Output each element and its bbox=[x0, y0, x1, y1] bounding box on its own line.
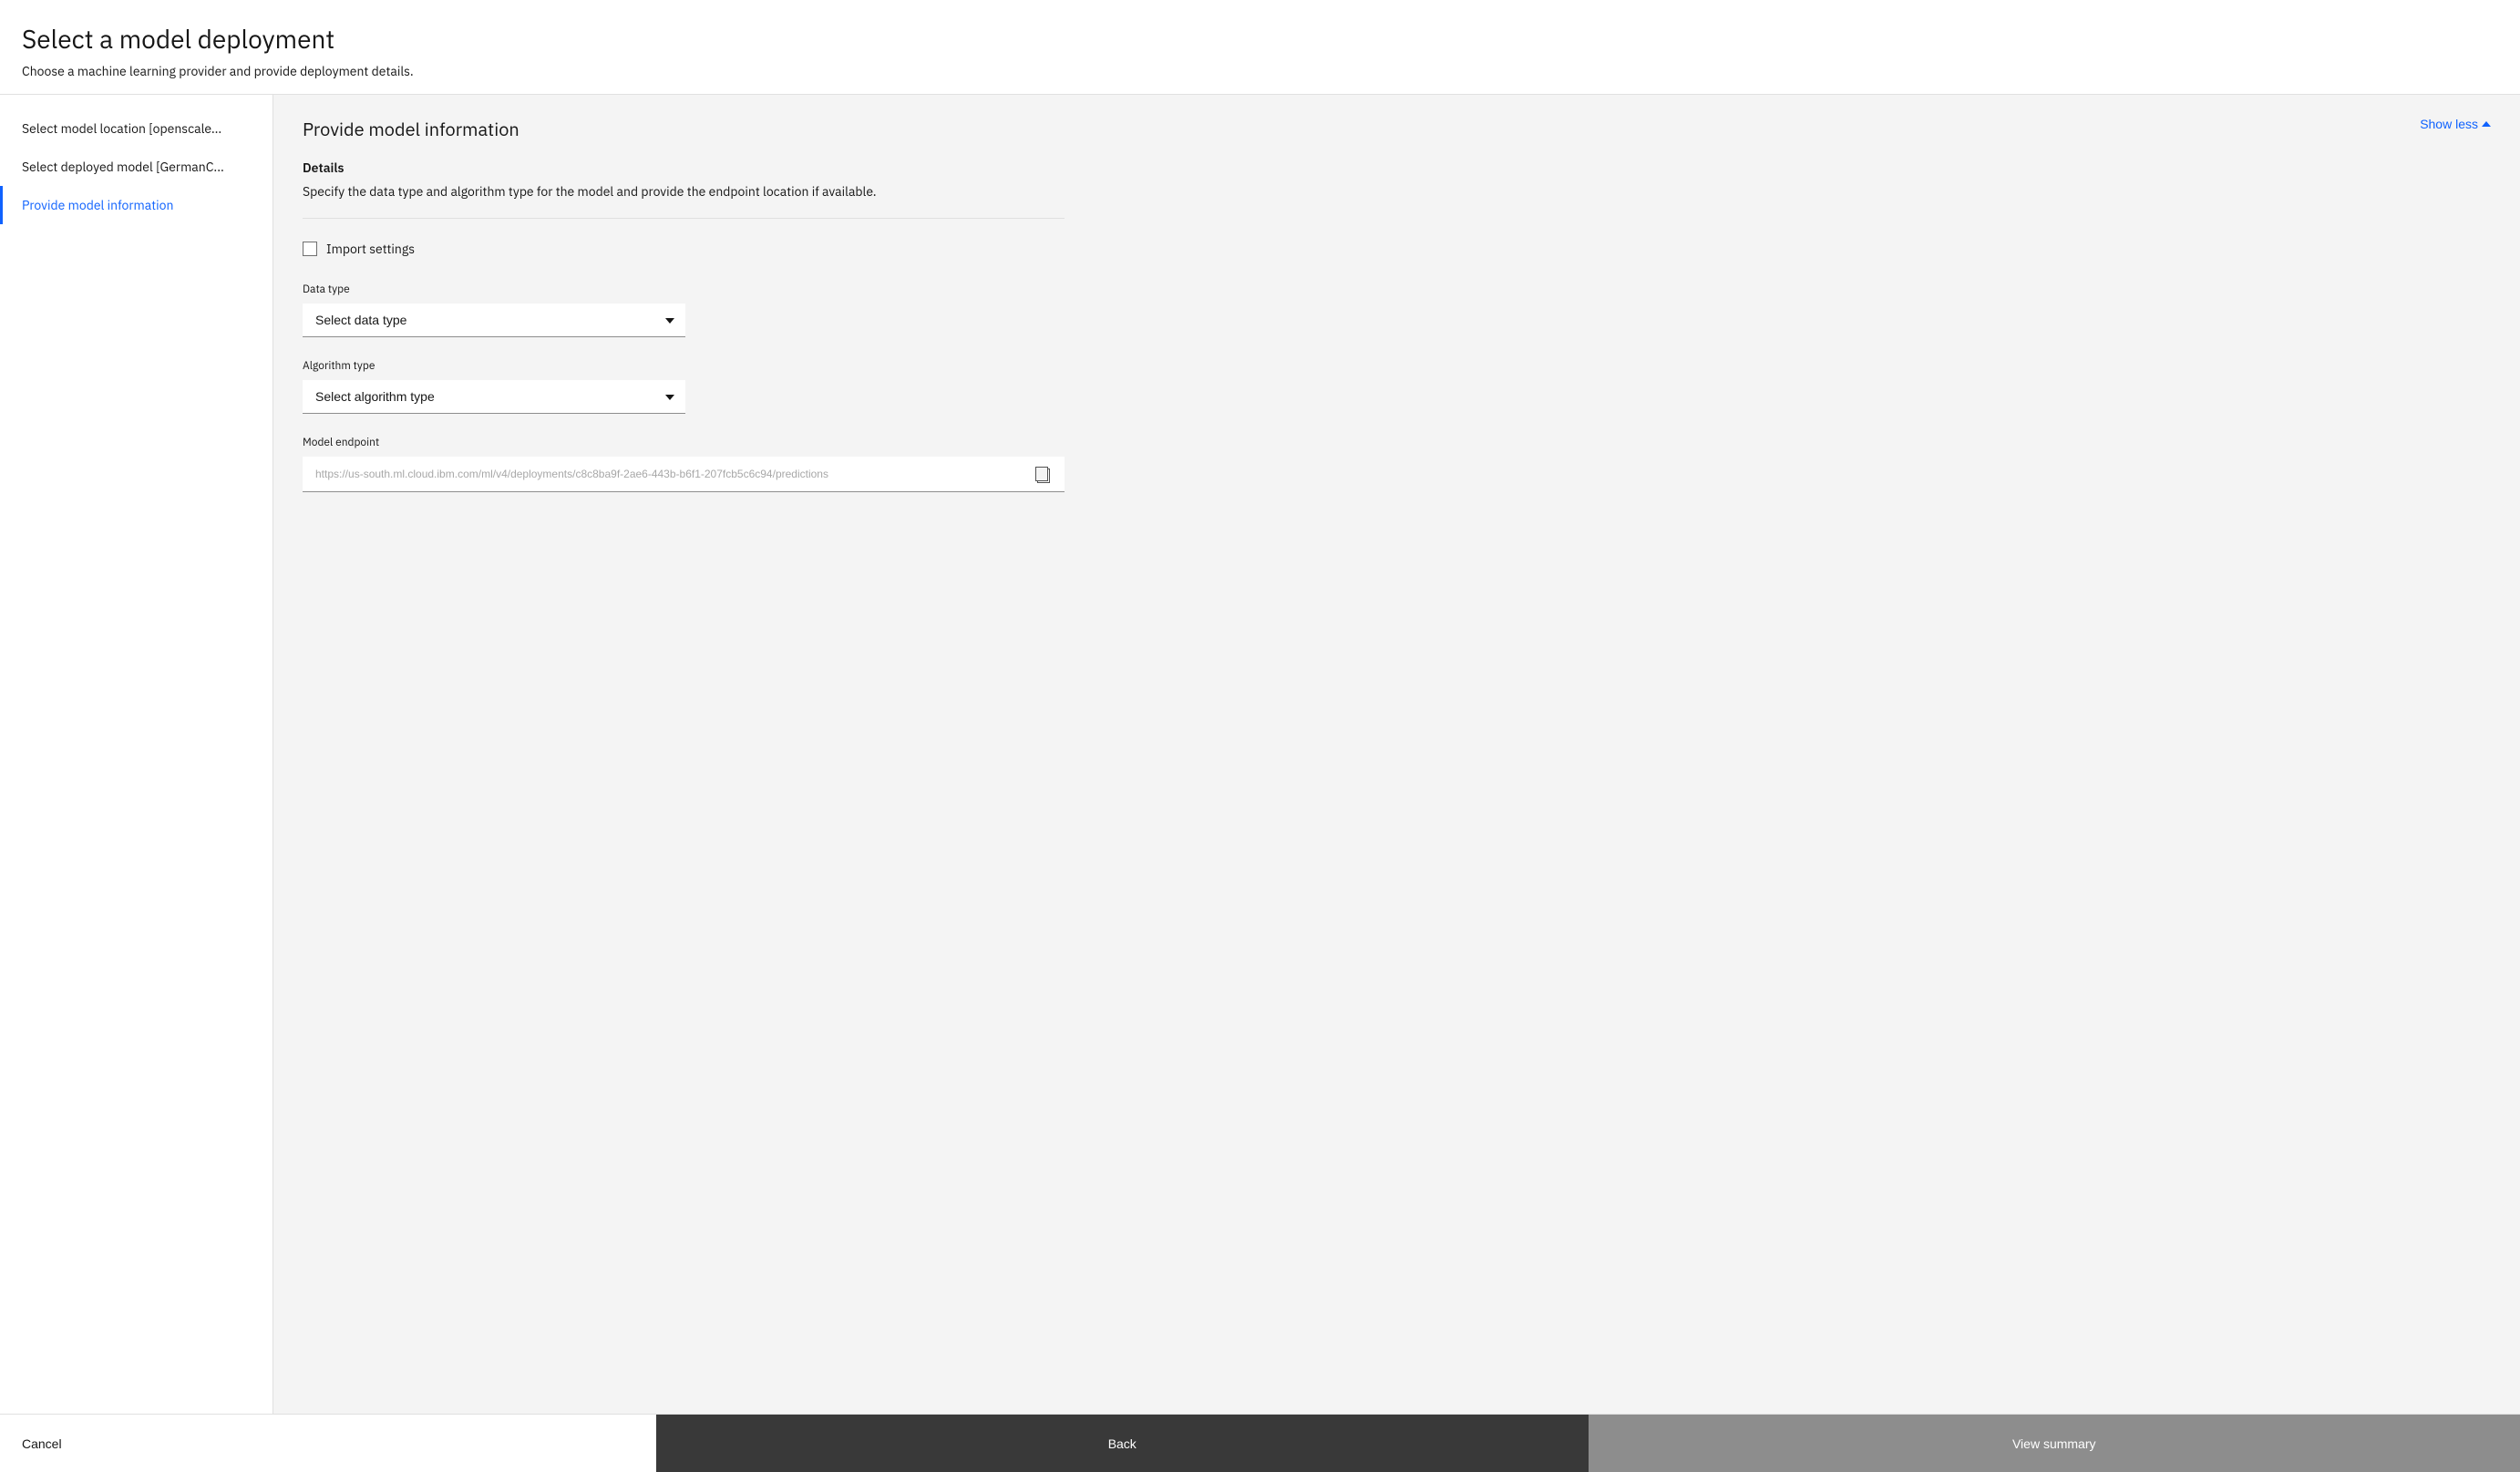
show-less-button[interactable]: Show less bbox=[2420, 117, 2491, 131]
algorithm-type-group: Algorithm type Select algorithm type bbox=[303, 359, 1065, 414]
sidebar-item-select-deployed-model[interactable]: Select deployed model [GermanC... bbox=[0, 148, 273, 186]
import-settings-row: Import settings bbox=[303, 241, 1065, 257]
sidebar-item-label: Select model location [openscale... bbox=[22, 120, 221, 137]
view-summary-button[interactable]: View summary bbox=[1589, 1415, 2520, 1472]
copy-endpoint-button[interactable] bbox=[1032, 463, 1055, 487]
footer-left: Cancel bbox=[0, 1415, 656, 1472]
back-label: Back bbox=[1108, 1436, 1137, 1451]
algorithm-type-select-wrapper: Select algorithm type bbox=[303, 380, 685, 414]
view-summary-label: View summary bbox=[2012, 1436, 2096, 1451]
details-description: Specify the data type and algorithm type… bbox=[303, 183, 1065, 200]
chevron-up-icon bbox=[2482, 121, 2491, 127]
model-endpoint-label: Model endpoint bbox=[303, 436, 1065, 449]
footer: Cancel Back View summary bbox=[0, 1414, 2520, 1472]
details-label: Details bbox=[303, 160, 1065, 176]
algorithm-type-label: Algorithm type bbox=[303, 359, 1065, 373]
cancel-button[interactable]: Cancel bbox=[22, 1429, 62, 1458]
data-type-label: Data type bbox=[303, 283, 1065, 296]
model-endpoint-group: Model endpoint bbox=[303, 436, 1065, 492]
content-inner: Provide model information Show less Deta… bbox=[273, 95, 1094, 536]
content-area: Provide model information Show less Deta… bbox=[273, 95, 2520, 1414]
sidebar-item-label: Select deployed model [GermanC... bbox=[22, 159, 224, 175]
details-section: Details Specify the data type and algori… bbox=[303, 160, 1065, 219]
sidebar-item-provide-model-information[interactable]: Provide model information bbox=[0, 186, 273, 224]
sidebar-item-select-model-location[interactable]: Select model location [openscale... bbox=[0, 109, 273, 148]
page-header: Select a model deployment Choose a machi… bbox=[0, 0, 2520, 94]
import-settings-label: Import settings bbox=[326, 241, 415, 257]
back-button[interactable]: Back bbox=[656, 1415, 1589, 1472]
section-header: Provide model information bbox=[303, 117, 1065, 141]
data-type-select-wrapper: Select data type bbox=[303, 304, 685, 337]
data-type-select[interactable]: Select data type bbox=[303, 304, 685, 337]
main-content: Select model location [openscale... Sele… bbox=[0, 94, 2520, 1414]
sidebar: Select model location [openscale... Sele… bbox=[0, 95, 273, 1414]
copy-icon bbox=[1035, 467, 1052, 483]
model-endpoint-input[interactable] bbox=[303, 457, 1065, 492]
endpoint-wrapper bbox=[303, 457, 1065, 492]
import-settings-checkbox[interactable] bbox=[303, 242, 317, 256]
section-divider bbox=[303, 218, 1065, 219]
sidebar-item-label: Provide model information bbox=[22, 197, 173, 213]
show-less-label: Show less bbox=[2420, 117, 2478, 131]
page-title: Select a model deployment bbox=[22, 22, 2498, 56]
section-title: Provide model information bbox=[303, 117, 519, 141]
page-subtitle: Choose a machine learning provider and p… bbox=[22, 63, 2498, 79]
algorithm-type-select[interactable]: Select algorithm type bbox=[303, 380, 685, 414]
data-type-group: Data type Select data type bbox=[303, 283, 1065, 337]
